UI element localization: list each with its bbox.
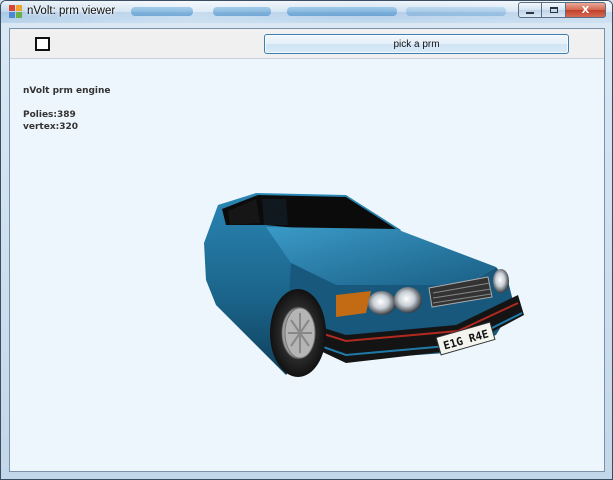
- caption-buttons: X: [518, 2, 606, 18]
- vertex-count: vertex:320: [23, 122, 79, 132]
- background-blur: [287, 7, 397, 16]
- engine-label: nVolt prm engine: [23, 86, 111, 96]
- app-window: nVolt: prm viewer X pick a prm nVolt prm…: [0, 0, 613, 480]
- close-button[interactable]: X: [566, 2, 606, 18]
- engine-info: nVolt prm engine Polies:389 vertex:320: [23, 85, 111, 133]
- background-blur: [406, 7, 506, 16]
- minimize-button[interactable]: [518, 2, 542, 18]
- polies-count: Polies:389: [23, 110, 76, 120]
- checkbox[interactable]: [35, 37, 50, 51]
- minimize-icon: [526, 11, 534, 14]
- close-icon: X: [581, 4, 590, 16]
- app-icon[interactable]: [9, 5, 22, 18]
- maximize-icon: [549, 7, 558, 13]
- toolbar: pick a prm: [10, 29, 604, 59]
- render-viewport[interactable]: nVolt prm engine Polies:389 vertex:320 E…: [10, 59, 604, 471]
- client-area: pick a prm nVolt prm engine Polies:389 v…: [9, 28, 605, 472]
- pick-prm-button[interactable]: pick a prm: [264, 34, 569, 54]
- car-model: E1G R4E: [204, 193, 524, 377]
- background-blur: [213, 7, 271, 16]
- maximize-button[interactable]: [542, 2, 566, 18]
- title-bar[interactable]: nVolt: prm viewer X: [1, 1, 612, 23]
- background-blur: [131, 7, 193, 16]
- window-title: nVolt: prm viewer: [27, 5, 116, 17]
